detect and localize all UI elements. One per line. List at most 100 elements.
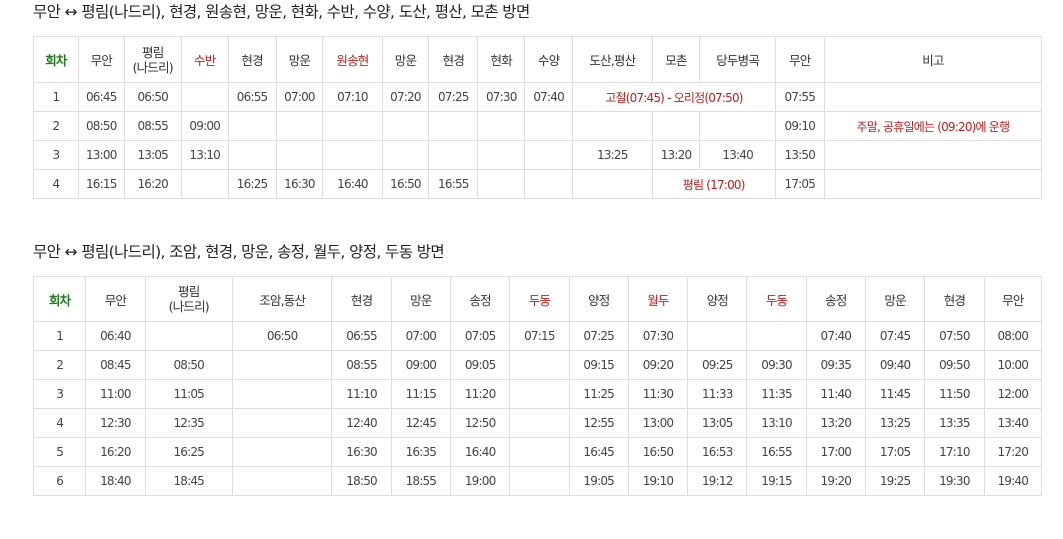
cell-time: 07:00	[275, 82, 324, 112]
cell-time: 07:10	[322, 82, 383, 112]
cell-time: 11:40	[805, 379, 866, 409]
col-header-hyeonhwa: 현화	[477, 36, 526, 83]
col-header-yangjeong: 양정	[568, 276, 629, 322]
cell-time	[746, 321, 807, 351]
cell-time	[572, 111, 653, 141]
cell-time: 13:25	[864, 408, 926, 438]
col-header-woldu: 월두	[627, 276, 689, 322]
cell-time: 07:00	[390, 321, 452, 351]
col-header-muan-end: 무안	[774, 36, 825, 83]
cell-round: 4	[32, 408, 87, 438]
cell-time: 11:33	[687, 379, 748, 409]
col-header-mangun: 망운	[275, 36, 324, 83]
cell-time: 19:20	[805, 466, 866, 496]
col-header-songjeong-2: 송정	[805, 276, 866, 322]
col-header-wonsonghyeon: 원송현	[322, 36, 383, 83]
cell-time: 13:10	[746, 408, 807, 438]
col-header-joam-dongsan: 조암,동산	[231, 276, 333, 322]
table-header-row: 회차 무안 평림 (나드리) 조암,동산 현경 망운 송정 두동 양정 월두 양…	[32, 276, 1043, 322]
cell-time: 07:50	[924, 321, 985, 351]
cell-time: 16:40	[322, 169, 383, 199]
cell-time	[428, 111, 479, 141]
col-header-yangjeong-2: 양정	[687, 276, 748, 322]
cell-time	[524, 169, 574, 199]
cell-time	[509, 437, 570, 467]
col-header-suban: 수반	[180, 36, 229, 83]
cell-time: 13:35	[924, 408, 985, 438]
cell-time	[477, 111, 526, 141]
cell-time	[524, 140, 574, 170]
cell-time: 13:05	[687, 408, 748, 438]
table-row: 1 06:40 06:50 06:55 07:00 07:05 07:15 07…	[32, 321, 1043, 351]
cell-remark	[823, 140, 1043, 170]
cell-time: 07:40	[524, 82, 574, 112]
cell-time: 13:40	[983, 408, 1043, 438]
col-header-round: 회차	[32, 276, 87, 322]
col-header-songjeong: 송정	[449, 276, 511, 322]
cell-time	[180, 82, 229, 112]
cell-time	[231, 437, 333, 467]
cell-time: 13:25	[572, 140, 653, 170]
cell-time: 08:50	[77, 111, 125, 141]
cell-time: 19:15	[746, 466, 807, 496]
cell-time: 17:05	[774, 169, 825, 199]
cell-time: 11:25	[568, 379, 629, 409]
cell-time: 16:40	[449, 437, 511, 467]
cell-time	[275, 111, 324, 141]
cell-time: 11:35	[746, 379, 807, 409]
cell-time: 17:10	[924, 437, 985, 467]
cell-time: 18:55	[390, 466, 452, 496]
cell-time: 11:20	[449, 379, 511, 409]
timetable-1: 회차 무안 평림 (나드리) 수반 현경 망운 원송현 망운 현경 현화 수양 …	[33, 36, 1043, 199]
timetable-2: 회차 무안 평림 (나드리) 조암,동산 현경 망운 송정 두동 양정 월두 양…	[32, 276, 1043, 496]
cell-time: 16:25	[227, 169, 277, 199]
cell-time: 16:45	[568, 437, 629, 467]
cell-time	[477, 140, 526, 170]
cell-time: 19:05	[568, 466, 629, 496]
cell-round: 6	[32, 466, 87, 496]
cell-time	[509, 466, 570, 496]
section-title-2: 무안 ↔ 평림(나드리), 조암, 현경, 망운, 송정, 월두, 양정, 두동…	[33, 243, 445, 261]
table-row: 5 16:20 16:25 16:30 16:35 16:40 16:45 16…	[32, 437, 1043, 467]
cell-time: 07:15	[509, 321, 570, 351]
cell-time: 10:00	[983, 350, 1043, 380]
cell-route-note: 고절(07:45) - 오리정(07:50)	[572, 82, 776, 112]
cell-time: 12:00	[983, 379, 1043, 409]
cell-time: 19:10	[627, 466, 689, 496]
cell-time: 19:40	[983, 466, 1043, 496]
cell-time: 07:40	[805, 321, 866, 351]
cell-time: 08:55	[123, 111, 182, 141]
cell-time: 13:05	[123, 140, 182, 170]
cell-time: 16:35	[390, 437, 452, 467]
cell-time: 06:45	[77, 82, 125, 112]
col-header-round: 회차	[33, 36, 79, 83]
col-header-hyeongyeong: 현경	[331, 276, 392, 322]
cell-time	[322, 140, 383, 170]
cell-time: 09:10	[774, 111, 825, 141]
cell-time: 18:40	[85, 466, 146, 496]
cell-time: 06:50	[123, 82, 182, 112]
cell-time: 07:45	[864, 321, 926, 351]
col-header-hyeongyeong-2: 현경	[428, 36, 479, 83]
cell-time: 16:50	[627, 437, 689, 467]
cell-time: 13:00	[77, 140, 125, 170]
cell-time: 17:20	[983, 437, 1043, 467]
cell-time	[231, 379, 333, 409]
cell-time: 07:20	[381, 82, 430, 112]
cell-time: 07:30	[627, 321, 689, 351]
cell-time: 19:30	[924, 466, 985, 496]
cell-time: 12:45	[390, 408, 452, 438]
cell-time	[322, 111, 383, 141]
table-row: 4 16:15 16:20 16:25 16:30 16:40 16:50 16…	[33, 169, 1043, 199]
cell-time: 08:55	[331, 350, 392, 380]
cell-time: 06:55	[331, 321, 392, 351]
cell-time	[275, 140, 324, 170]
cell-round: 3	[33, 140, 79, 170]
col-header-dudong-2: 두동	[746, 276, 807, 322]
cell-time: 08:00	[983, 321, 1043, 351]
table-row: 2 08:45 08:50 08:55 09:00 09:05 09:15 09…	[32, 350, 1043, 380]
cell-time: 11:10	[331, 379, 392, 409]
col-header-mochon: 모촌	[651, 36, 701, 83]
cell-time: 12:50	[449, 408, 511, 438]
cell-time: 13:20	[651, 140, 701, 170]
